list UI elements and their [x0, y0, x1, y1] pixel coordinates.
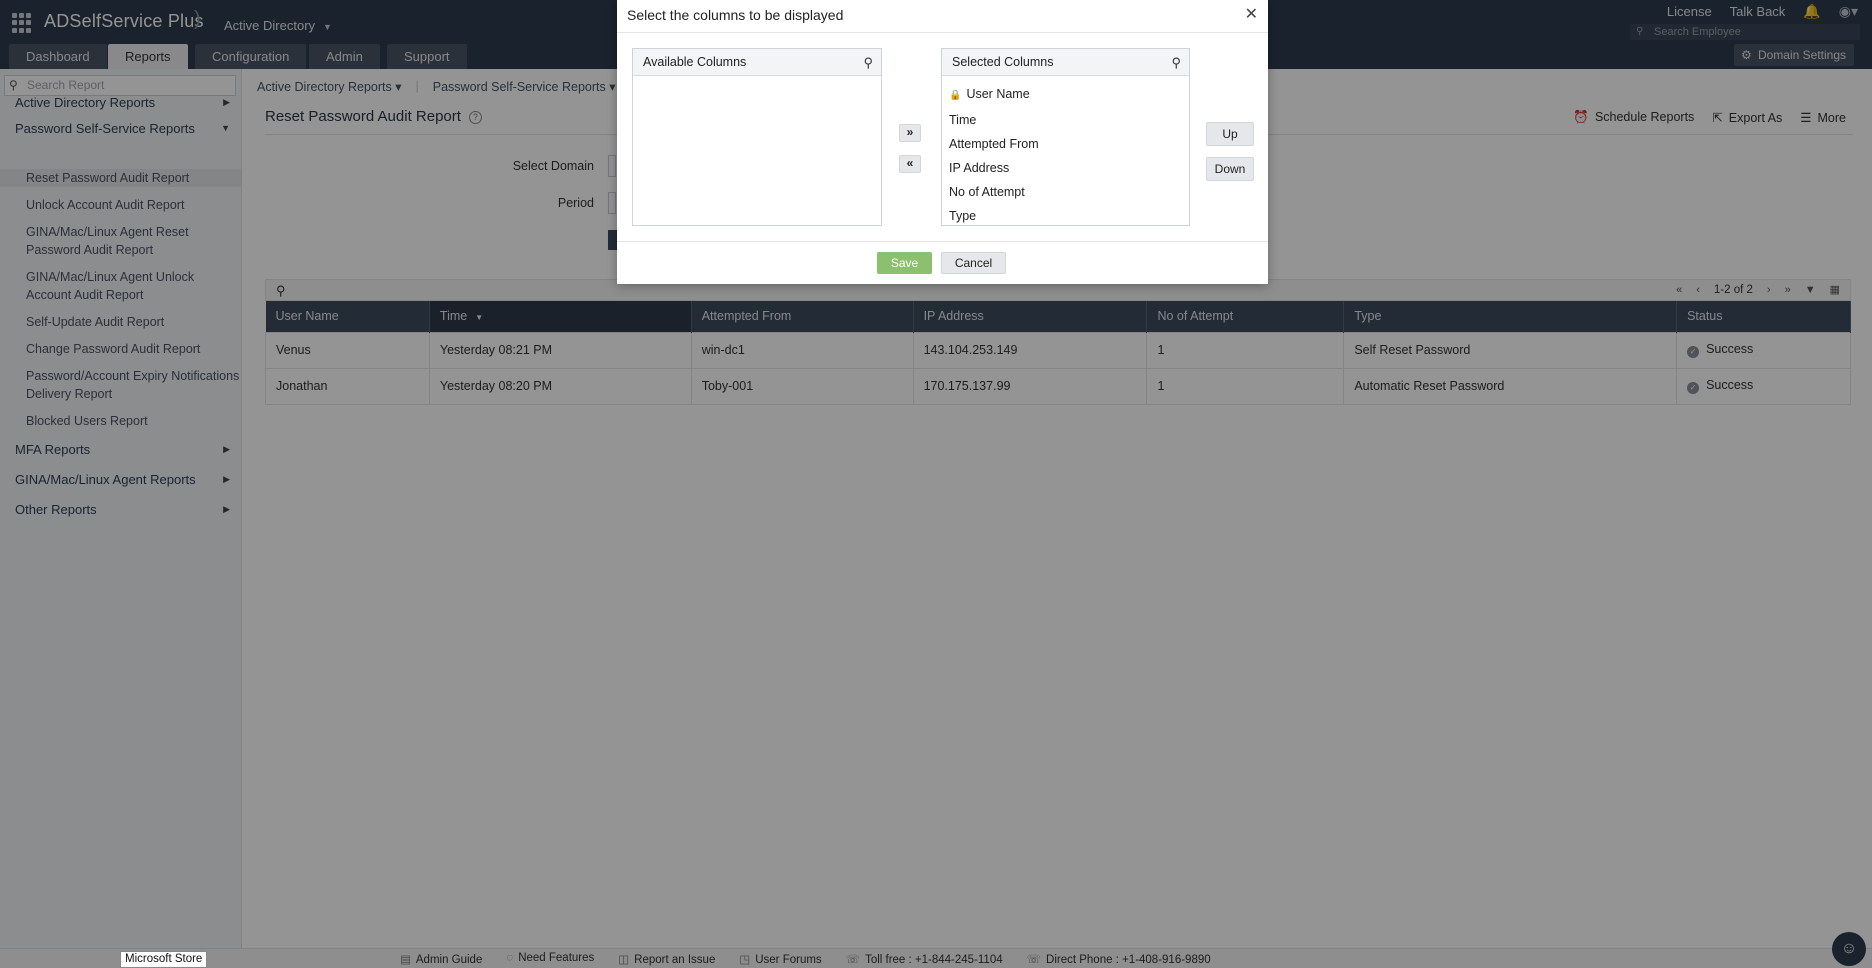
search-icon[interactable]: ⚲	[1171, 49, 1181, 76]
column-selector-dialog: Select the columns to be displayed ✕ Ava…	[617, 0, 1268, 284]
search-icon[interactable]: ⚲	[863, 49, 873, 76]
dialog-footer-divider	[617, 241, 1268, 242]
selected-columns-label: Selected Columns	[952, 55, 1054, 69]
selected-column-item[interactable]: 🔒 User Name	[949, 87, 1030, 101]
close-icon[interactable]: ✕	[1245, 4, 1258, 24]
selected-column-item[interactable]: Type	[949, 209, 976, 223]
move-up-button[interactable]: Up	[1206, 122, 1254, 146]
save-button[interactable]: Save	[877, 252, 932, 274]
available-columns-header: Available Columns ⚲	[633, 49, 881, 76]
taskbar-tooltip: Microsoft Store	[120, 951, 208, 968]
move-right-button[interactable]: »	[899, 124, 921, 142]
available-columns-box[interactable]: Available Columns ⚲	[632, 48, 882, 226]
available-columns-label: Available Columns	[643, 55, 747, 69]
selected-columns-header: Selected Columns ⚲	[942, 49, 1189, 76]
dialog-title: Select the columns to be displayed	[627, 7, 844, 23]
selected-column-item[interactable]: Attempted From	[949, 137, 1039, 151]
selected-column-item[interactable]: Time	[949, 113, 976, 127]
move-down-button[interactable]: Down	[1206, 157, 1254, 181]
selected-column-item[interactable]: IP Address	[949, 161, 1009, 175]
selected-column-label: User Name	[966, 87, 1030, 101]
cancel-button[interactable]: Cancel	[941, 252, 1006, 274]
dialog-divider	[617, 32, 1268, 33]
move-left-button[interactable]: «	[899, 155, 921, 173]
selected-column-item[interactable]: No of Attempt	[949, 185, 1025, 199]
selected-columns-box[interactable]: Selected Columns ⚲ 🔒 User Name Time Attem…	[941, 48, 1190, 226]
lock-icon: 🔒	[949, 90, 962, 101]
